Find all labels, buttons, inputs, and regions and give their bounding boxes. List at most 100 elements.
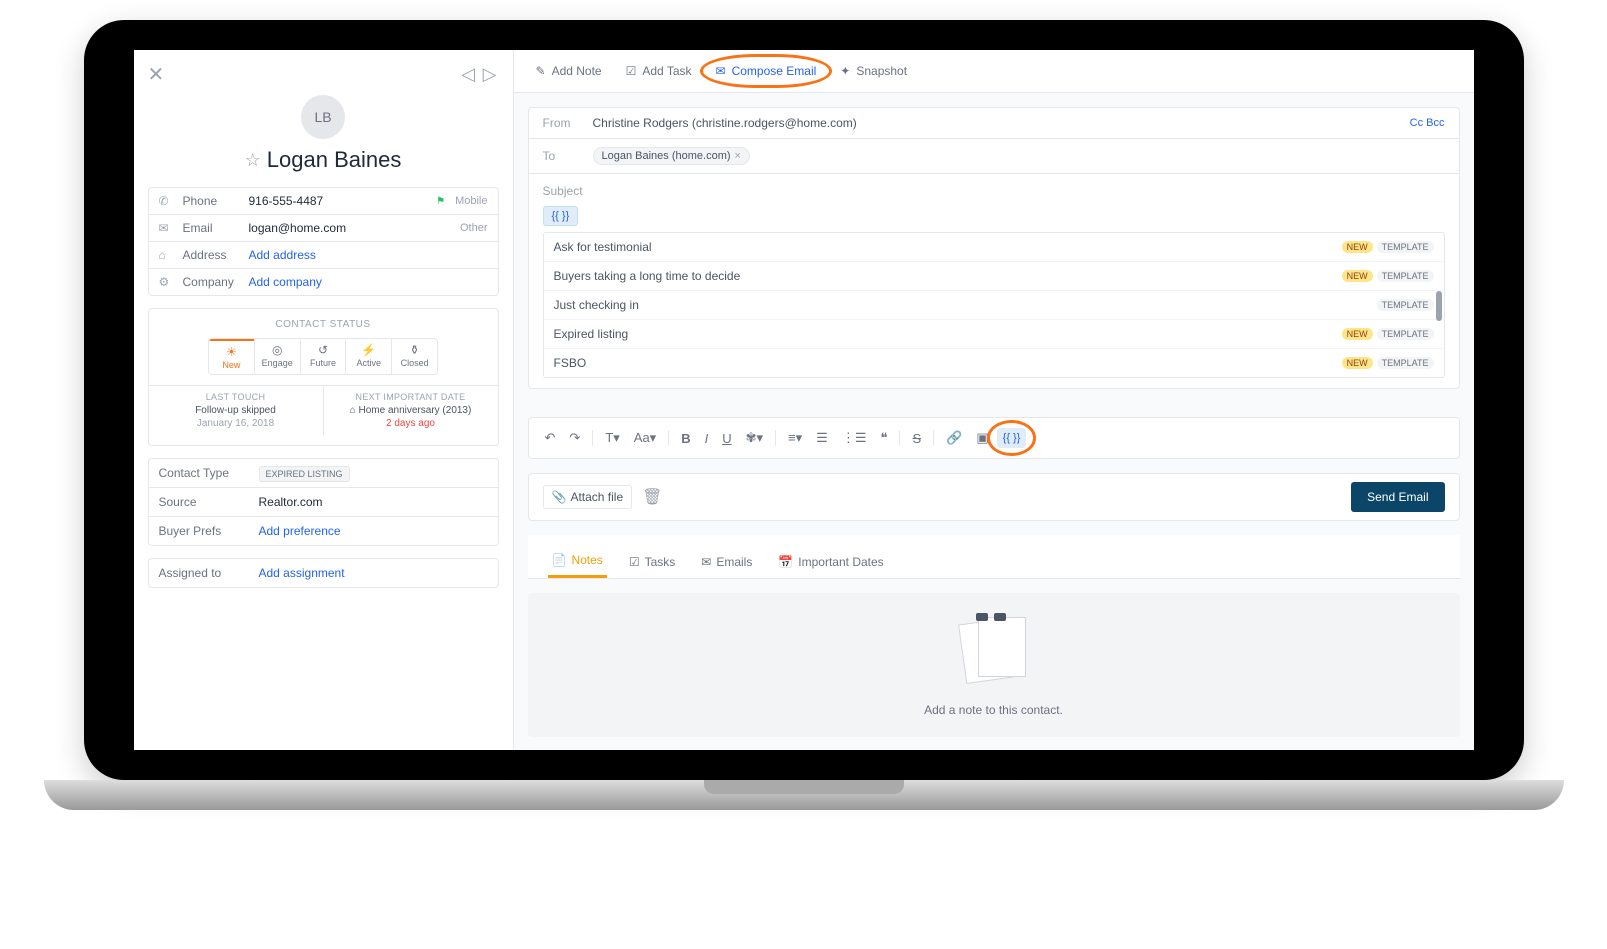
send-bar: 📎Attach file 🗑 Send Email bbox=[528, 473, 1460, 521]
status-segments: ☀New ◎Engage ↺Future ⚡Active ⚱Closed bbox=[208, 338, 438, 375]
status-engage[interactable]: ◎Engage bbox=[254, 339, 300, 374]
home-icon: ⌂ bbox=[159, 248, 175, 262]
add-note-button[interactable]: ✎Add Note bbox=[524, 50, 614, 92]
contact-status-card: CONTACT STATUS ☀New ◎Engage ↺Future ⚡Act… bbox=[148, 308, 499, 446]
template-item[interactable]: Buyers taking a long time to decideNEWTE… bbox=[544, 261, 1444, 290]
note-icon: ✎ bbox=[536, 64, 546, 78]
undo-icon[interactable]: ↶ bbox=[539, 426, 562, 450]
font-size-icon[interactable]: T▾ bbox=[599, 426, 625, 450]
tab-emails[interactable]: ✉ Emails bbox=[697, 545, 756, 578]
template-item[interactable]: Expired listingNEWTEMPLATE bbox=[544, 319, 1444, 348]
assigned-to-label: Assigned to bbox=[159, 566, 259, 580]
status-heading: CONTACT STATUS bbox=[159, 319, 488, 330]
snapshot-button[interactable]: ✦Snapshot bbox=[828, 50, 919, 92]
email-icon: ✉ bbox=[159, 221, 175, 235]
status-active[interactable]: ⚡Active bbox=[345, 339, 391, 374]
tab-notes[interactable]: 📄 Notes bbox=[548, 545, 607, 578]
phone-type: Mobile bbox=[455, 195, 487, 207]
contact-type-badge: EXPIRED LISTING bbox=[259, 466, 350, 482]
redo-icon[interactable]: ↷ bbox=[563, 426, 586, 450]
ordered-list-icon[interactable]: ☰ bbox=[810, 426, 834, 450]
recipient-chip[interactable]: Logan Baines (home.com)× bbox=[593, 147, 750, 165]
source-label: Source bbox=[159, 495, 259, 509]
subject-input[interactable]: Subject bbox=[543, 184, 1445, 198]
add-preference-link[interactable]: Add preference bbox=[259, 524, 341, 538]
add-task-button[interactable]: ☑Add Task bbox=[614, 50, 704, 92]
align-icon[interactable]: ≡▾ bbox=[782, 426, 808, 450]
activity-tabs: 📄 Notes ☑ Tasks ✉ Emails 📅 Important Dat… bbox=[528, 535, 1460, 579]
highlight-circle bbox=[700, 54, 833, 88]
cc-link[interactable]: Cc bbox=[1410, 117, 1423, 129]
template-item[interactable]: Ask for testimonialNEWTEMPLATE bbox=[544, 233, 1444, 261]
assignment-card: Assigned toAdd assignment bbox=[148, 558, 499, 588]
star-icon[interactable]: ☆ bbox=[245, 150, 261, 171]
phone-value[interactable]: 916-555-4487 bbox=[249, 194, 437, 208]
italic-icon[interactable]: I bbox=[699, 427, 715, 450]
bold-icon[interactable]: B bbox=[675, 427, 696, 450]
email-value[interactable]: logan@home.com bbox=[249, 221, 460, 235]
toolbar-merge-button[interactable]: {{ }} bbox=[997, 428, 1027, 448]
action-bar: ✎Add Note ☑Add Task ✉Compose Email ✦Snap… bbox=[514, 50, 1474, 93]
template-dropdown[interactable]: Ask for testimonialNEWTEMPLATE Buyers ta… bbox=[543, 232, 1445, 378]
clipboard-illustration bbox=[954, 613, 1034, 693]
remove-chip-icon[interactable]: × bbox=[735, 150, 741, 162]
activity-panel: ✎Add Note ☑Add Task ✉Compose Email ✦Snap… bbox=[514, 50, 1474, 750]
buyer-prefs-label: Buyer Prefs bbox=[159, 524, 259, 538]
compose-email-button[interactable]: ✉Compose Email bbox=[704, 50, 829, 92]
send-email-button[interactable]: Send Email bbox=[1351, 482, 1444, 512]
attach-file-button[interactable]: 📎Attach file bbox=[543, 485, 633, 509]
scrollbar[interactable] bbox=[1436, 291, 1442, 321]
contact-details-card: Contact TypeEXPIRED LISTING SourceRealto… bbox=[148, 458, 499, 546]
next-important-date: NEXT IMPORTANT DATE ⌂ Home anniversary (… bbox=[323, 386, 498, 435]
quote-icon[interactable]: ❝ bbox=[874, 426, 893, 450]
editor-toolbar: ↶ ↷ T▾ Aa▾ B I U ✾▾ ≡▾ ☰ ⋮☰ ❝ S 🔗 ▣ {{ }… bbox=[528, 417, 1460, 459]
company-icon: ⚙ bbox=[159, 275, 175, 289]
email-label: Email bbox=[183, 221, 249, 235]
contact-type-label: Contact Type bbox=[159, 466, 259, 480]
from-value: Christine Rodgers (christine.rodgers@hom… bbox=[593, 116, 857, 130]
paperclip-icon: 📎 bbox=[552, 490, 567, 504]
phone-label: Phone bbox=[183, 194, 249, 208]
tab-tasks[interactable]: ☑ Tasks bbox=[625, 545, 679, 578]
address-label: Address bbox=[183, 248, 249, 262]
last-touch: LAST TOUCH Follow-up skipped January 16,… bbox=[149, 386, 323, 435]
add-address-link[interactable]: Add address bbox=[249, 248, 316, 262]
from-label: From bbox=[543, 116, 593, 130]
status-new[interactable]: ☀New bbox=[209, 339, 254, 374]
strikethrough-icon[interactable]: S bbox=[906, 427, 927, 450]
bcc-link[interactable]: Bcc bbox=[1426, 117, 1444, 129]
task-icon: ☑ bbox=[626, 64, 637, 78]
contact-name: Logan Baines bbox=[267, 147, 402, 173]
next-icon[interactable]: ▷ bbox=[483, 64, 497, 84]
phone-icon: ✆ bbox=[159, 194, 175, 208]
empty-text: Add a note to this contact. bbox=[548, 703, 1440, 717]
unordered-list-icon[interactable]: ⋮☰ bbox=[836, 426, 873, 450]
template-item[interactable]: FSBONEWTEMPLATE bbox=[544, 348, 1444, 377]
status-future[interactable]: ↺Future bbox=[300, 339, 346, 374]
status-closed[interactable]: ⚱Closed bbox=[391, 339, 437, 374]
close-icon[interactable]: ✕ bbox=[148, 62, 165, 87]
link-icon[interactable]: 🔗 bbox=[940, 426, 968, 450]
email-composer: From Christine Rodgers (christine.rodger… bbox=[528, 107, 1460, 389]
snapshot-icon: ✦ bbox=[840, 64, 850, 78]
flag-icon: ⚑ bbox=[436, 196, 445, 207]
source-value: Realtor.com bbox=[259, 495, 323, 509]
color-icon[interactable]: ✾▾ bbox=[740, 426, 769, 450]
trash-icon[interactable]: 🗑 bbox=[642, 487, 662, 507]
company-label: Company bbox=[183, 275, 249, 289]
prev-icon[interactable]: ◁ bbox=[461, 64, 475, 84]
add-company-link[interactable]: Add company bbox=[249, 275, 322, 289]
email-type: Other bbox=[460, 222, 488, 234]
to-label: To bbox=[543, 149, 593, 163]
avatar: LB bbox=[301, 95, 345, 139]
underline-icon[interactable]: U bbox=[716, 427, 737, 450]
contact-info-card: ✆ Phone 916-555-4487 ⚑ Mobile ✉ Email lo… bbox=[148, 187, 499, 296]
merge-field-button[interactable]: {{ }} bbox=[543, 206, 579, 226]
template-item[interactable]: Just checking inTEMPLATE bbox=[544, 290, 1444, 319]
tab-important-dates[interactable]: 📅 Important Dates bbox=[774, 545, 887, 578]
contact-panel: ✕ ◁ ▷ LB ☆ Logan Baines ✆ Phone 916-555-… bbox=[134, 50, 514, 750]
add-assignment-link[interactable]: Add assignment bbox=[259, 566, 345, 580]
highlight-circle bbox=[987, 420, 1037, 456]
empty-state: Add a note to this contact. bbox=[528, 593, 1460, 737]
font-family-icon[interactable]: Aa▾ bbox=[628, 426, 662, 450]
